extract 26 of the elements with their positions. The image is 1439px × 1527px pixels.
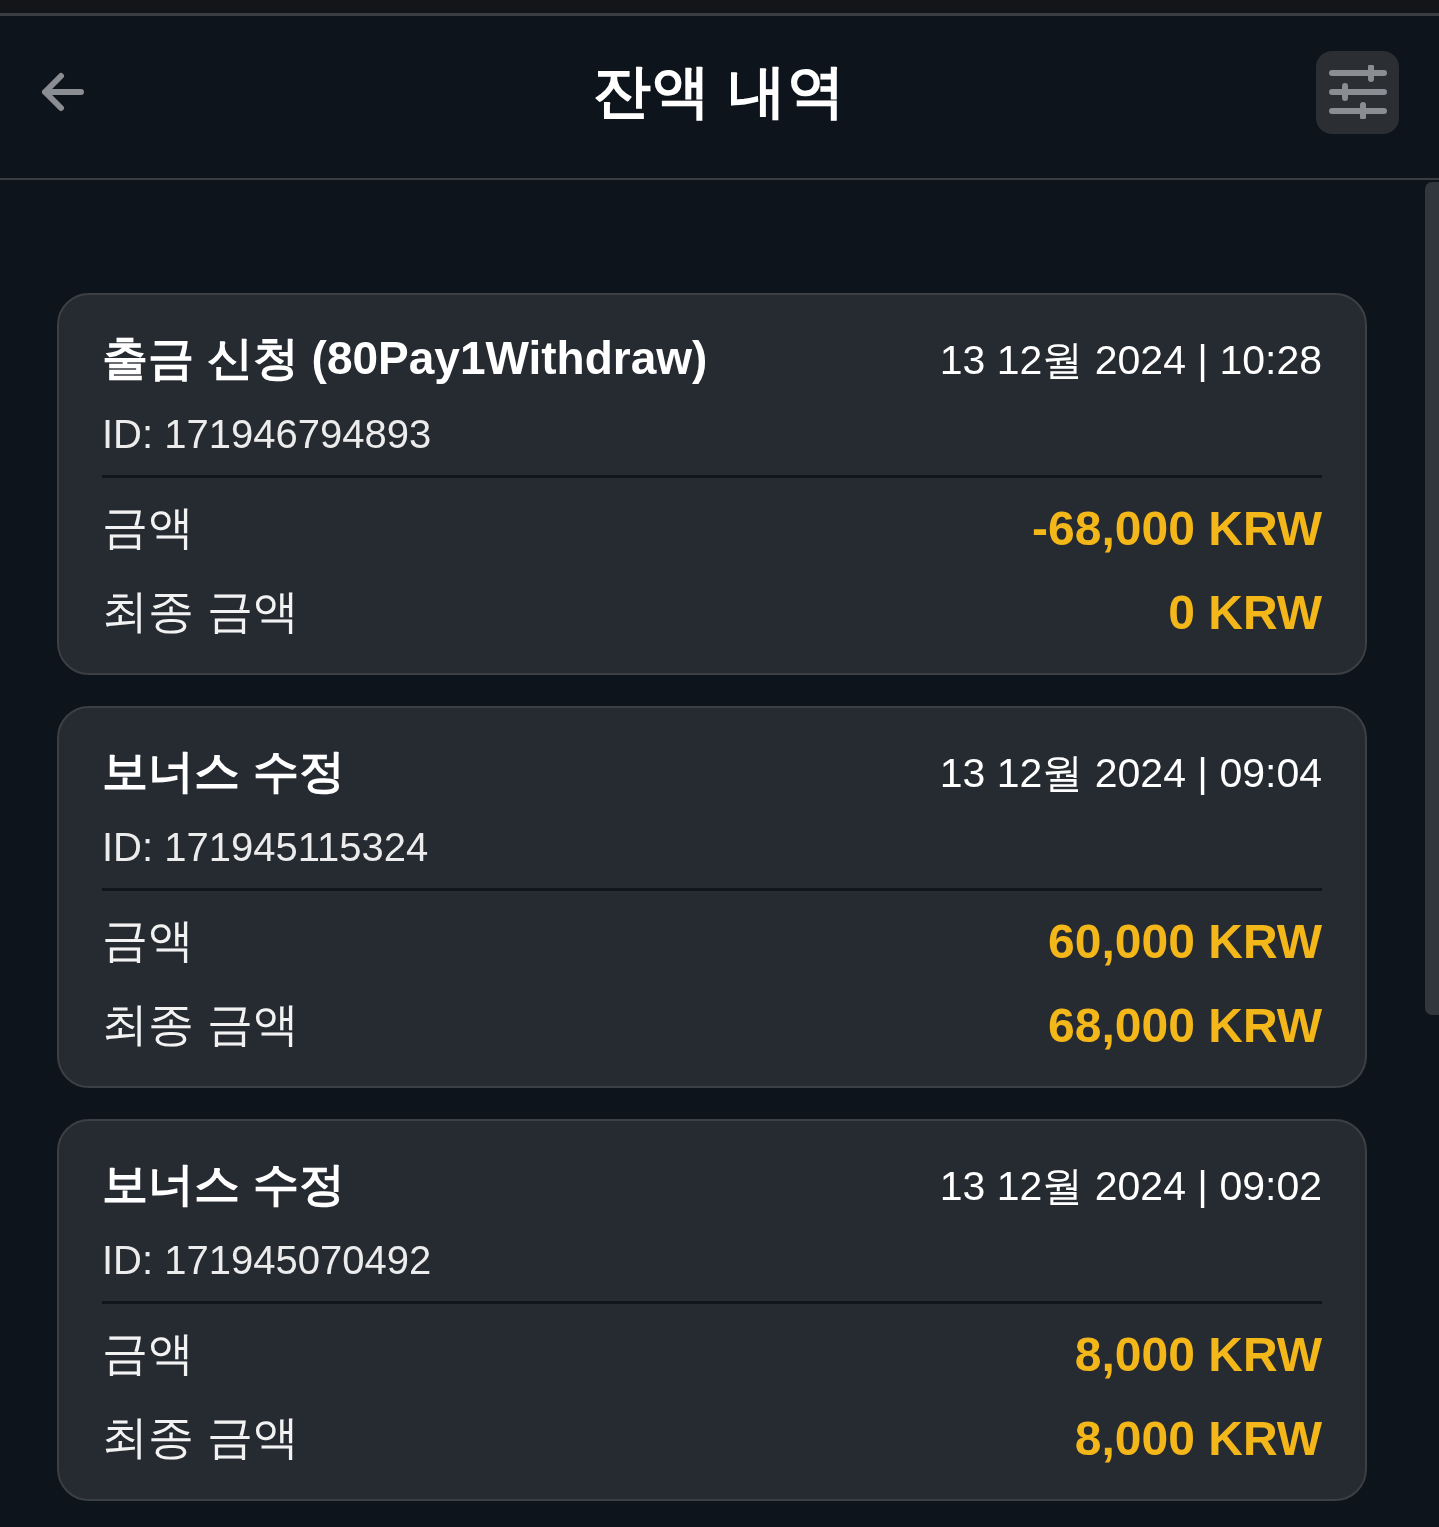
amount-label: 금액 <box>102 500 194 555</box>
amount-label: 금액 <box>102 1326 194 1381</box>
filter-button[interactable] <box>1316 50 1399 134</box>
transaction-date: 13 12월 2024 | 09:04 <box>939 749 1322 798</box>
transaction-id: ID: 171946794893 <box>102 411 432 458</box>
transaction-date: 13 12월 2024 | 10:28 <box>939 336 1322 385</box>
transaction-title: 출금 신청 (80Pay1Withdraw) <box>102 331 708 386</box>
scrollbar-thumb[interactable] <box>1425 182 1439 1015</box>
amount-value: 0 KRW <box>1168 584 1322 640</box>
amount-label: 최종 금액 <box>102 1410 299 1465</box>
transaction-date: 13 12월 2024 | 09:02 <box>939 1162 1322 1211</box>
filter-sliders-icon <box>1328 65 1387 119</box>
amount-value: 60,000 KRW <box>1048 913 1322 969</box>
amount-label: 금액 <box>102 913 194 968</box>
transaction-id: ID: 171945070492 <box>102 1237 432 1284</box>
transaction-id: ID: 171945115324 <box>102 824 429 871</box>
amount-value: -68,000 KRW <box>1032 500 1322 556</box>
amount-label: 최종 금액 <box>102 584 299 639</box>
page-title: 잔액 내역 <box>592 57 847 126</box>
back-arrow-icon <box>40 72 84 112</box>
transaction-title: 보너스 수정 <box>102 1157 345 1212</box>
amount-label: 최종 금액 <box>102 997 299 1052</box>
amount-value: 68,000 KRW <box>1048 997 1322 1053</box>
transaction-title: 보너스 수정 <box>102 744 345 799</box>
amount-value: 8,000 KRW <box>1074 1326 1322 1382</box>
amount-value: 8,000 KRW <box>1074 1410 1322 1466</box>
